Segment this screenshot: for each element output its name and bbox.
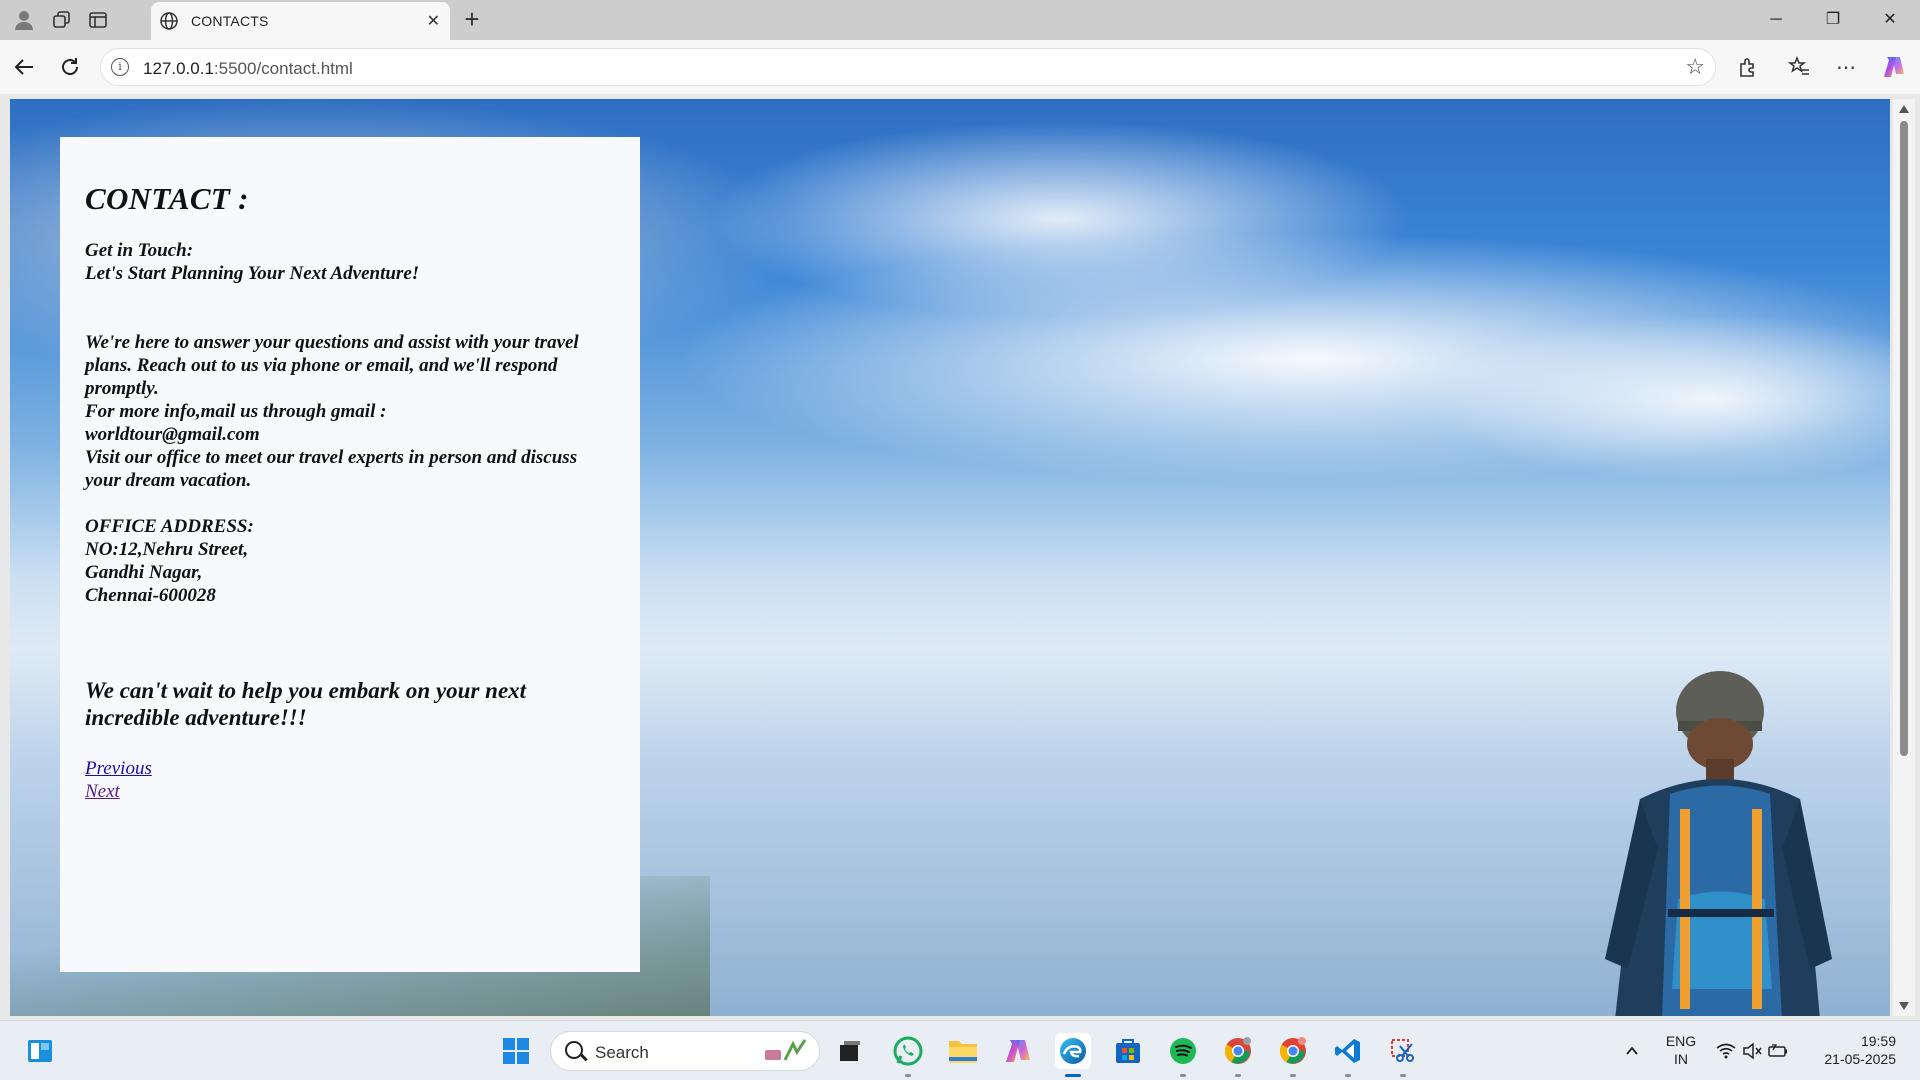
- close-window-icon[interactable]: ✕: [1870, 8, 1910, 32]
- more-options-icon[interactable]: ⋯: [1832, 53, 1860, 81]
- taskbar-search[interactable]: Search: [550, 1031, 820, 1071]
- hiker-image: [1605, 671, 1832, 1016]
- volume-muted-icon[interactable]: [1740, 1033, 1764, 1069]
- page-viewport: CONTACT : Get in Touch: Let's Start Plan…: [10, 99, 1890, 1016]
- search-icon: [565, 1041, 583, 1059]
- extensions-icon[interactable]: [1734, 53, 1762, 81]
- whatsapp-icon[interactable]: [890, 1033, 926, 1077]
- search-highlight-icon: [765, 1039, 807, 1061]
- vscode-icon[interactable]: [1330, 1033, 1366, 1077]
- url-text[interactable]: 127.0.0.1:5500/contact.html: [143, 59, 353, 79]
- visit-line: Visit our office to meet our travel expe…: [85, 447, 578, 491]
- copilot-icon[interactable]: [1880, 53, 1908, 81]
- spotify-icon[interactable]: [1165, 1033, 1201, 1077]
- page-scrollbar[interactable]: [1893, 99, 1915, 1016]
- chrome-icon[interactable]: [1220, 1033, 1256, 1077]
- mail-line: For more info,mail us through gmail :: [85, 401, 387, 422]
- address-line-2: Gandhi Nagar,: [85, 562, 203, 583]
- new-tab-icon[interactable]: +: [458, 6, 486, 34]
- widgets-icon[interactable]: [22, 1033, 58, 1069]
- file-explorer-icon[interactable]: [945, 1033, 981, 1069]
- closing-message: We can't wait to help you embark on your…: [85, 678, 527, 730]
- profile-icon[interactable]: [10, 6, 38, 34]
- next-link[interactable]: Next: [85, 780, 616, 803]
- vertical-tabs-icon[interactable]: [84, 6, 112, 34]
- scroll-down-arrow-icon[interactable]: [1899, 1002, 1909, 1010]
- address-line-3: Chennai-600028: [85, 585, 216, 606]
- tab-strip: CONTACTS ✕ + ─ ❐ ✕: [0, 0, 1920, 40]
- contact-card: CONTACT : Get in Touch: Let's Start Plan…: [60, 137, 640, 972]
- email-text: worldtour@gmail.com: [85, 424, 260, 445]
- copilot-app-icon[interactable]: [1000, 1033, 1036, 1069]
- battery-icon[interactable]: [1766, 1033, 1790, 1069]
- previous-link[interactable]: Previous: [85, 757, 616, 780]
- page-title: CONTACT :: [85, 181, 249, 216]
- address-bar[interactable]: i 127.0.0.1:5500/contact.html ☆: [100, 48, 1716, 86]
- intro-line-2: Let's Start Planning Your Next Adventure…: [85, 263, 420, 284]
- nav-links: Previous Next: [85, 757, 616, 803]
- scroll-up-arrow-icon[interactable]: [1899, 105, 1909, 113]
- task-view-icon[interactable]: [832, 1033, 868, 1069]
- start-icon[interactable]: [498, 1033, 534, 1069]
- restore-icon[interactable]: ❐: [1813, 8, 1853, 32]
- workspaces-icon[interactable]: [48, 6, 76, 34]
- chevron-up-icon[interactable]: [1614, 1033, 1650, 1069]
- body-paragraph: We're here to answer your questions and …: [85, 332, 579, 399]
- close-tab-icon[interactable]: ✕: [427, 11, 440, 31]
- tab-contacts[interactable]: CONTACTS ✕: [151, 2, 450, 40]
- address-line-1: NO:12,Nehru Street,: [85, 539, 249, 560]
- clock[interactable]: 19:59 21-05-2025: [1812, 1032, 1896, 1068]
- store-icon[interactable]: [1110, 1033, 1146, 1069]
- address-label: OFFICE ADDRESS:: [85, 516, 254, 537]
- scrollbar-thumb[interactable]: [1900, 121, 1908, 756]
- minimize-icon[interactable]: ─: [1756, 8, 1796, 32]
- refresh-icon[interactable]: [57, 54, 83, 80]
- favorite-star-icon[interactable]: ☆: [1685, 54, 1705, 80]
- site-info-icon[interactable]: i: [111, 58, 129, 76]
- chrome-profile-icon[interactable]: [1275, 1033, 1311, 1077]
- tab-title: CONTACTS: [191, 13, 269, 29]
- globe-icon: [160, 12, 178, 30]
- wifi-icon[interactable]: [1714, 1033, 1738, 1069]
- taskbar: Search ENG IN 19:59 21-05-2025: [0, 1020, 1920, 1080]
- intro-line-1: Get in Touch:: [85, 240, 194, 261]
- language-indicator[interactable]: ENG IN: [1660, 1032, 1702, 1068]
- browser-toolbar: i 127.0.0.1:5500/contact.html ☆ ⋯: [0, 40, 1920, 94]
- snipping-tool-icon[interactable]: [1385, 1033, 1421, 1077]
- back-icon[interactable]: [11, 54, 37, 80]
- favorites-icon[interactable]: [1785, 53, 1813, 81]
- search-label: Search: [595, 1043, 649, 1062]
- edge-icon[interactable]: [1055, 1033, 1091, 1077]
